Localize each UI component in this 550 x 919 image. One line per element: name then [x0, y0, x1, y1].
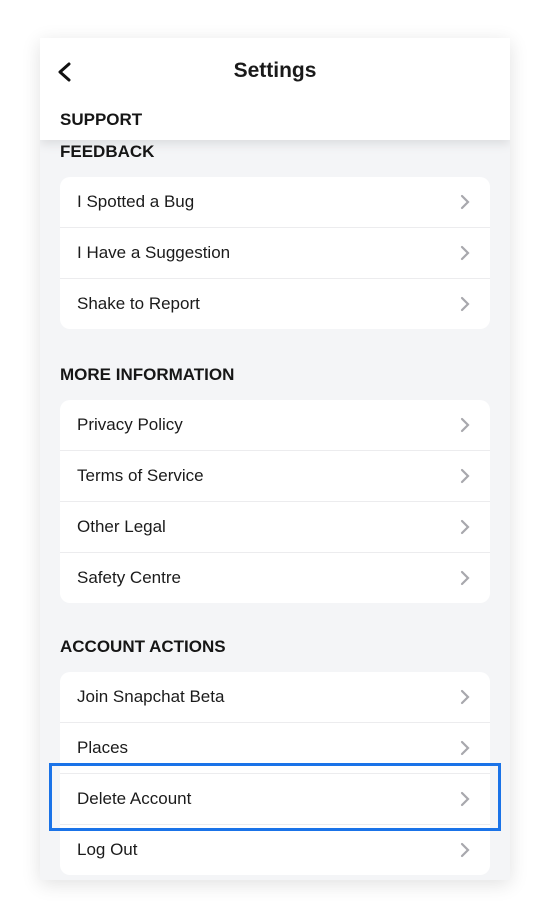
chevron-right-icon: [460, 296, 470, 312]
item-label: Log Out: [77, 840, 138, 859]
list-item-shake-to-report[interactable]: Shake to Report: [60, 279, 490, 329]
chevron-right-icon: [460, 519, 470, 535]
list-item-safety-centre[interactable]: Safety Centre: [60, 553, 490, 603]
item-label: Other Legal: [77, 517, 166, 536]
item-label: Terms of Service: [77, 466, 204, 485]
section-header-more-information: MORE INFORMATION: [60, 365, 235, 384]
feedback-card: I Spotted a Bug I Have a Suggestion Shak…: [60, 177, 490, 329]
chevron-right-icon: [460, 570, 470, 586]
chevron-right-icon: [460, 194, 470, 210]
list-item-privacy-policy[interactable]: Privacy Policy: [60, 400, 490, 451]
list-item-terms-of-service[interactable]: Terms of Service: [60, 451, 490, 502]
item-label: I Have a Suggestion: [77, 243, 231, 262]
list-item-spotted-bug[interactable]: I Spotted a Bug: [60, 177, 490, 228]
list-item-log-out[interactable]: Log Out: [60, 825, 490, 875]
list-item-suggestion[interactable]: I Have a Suggestion: [60, 228, 490, 279]
more-information-card: Privacy Policy Terms of Service Other Le…: [60, 400, 490, 603]
item-label: Join Snapchat Beta: [77, 687, 225, 706]
delete-account-highlight-box: [49, 763, 501, 831]
list-item-other-legal[interactable]: Other Legal: [60, 502, 490, 553]
list-item-join-beta[interactable]: Join Snapchat Beta: [60, 672, 490, 723]
chevron-right-icon: [460, 245, 470, 261]
chevron-right-icon: [460, 740, 470, 756]
header: Settings SUPPORT: [40, 38, 510, 140]
section-header-feedback: FEEDBACK: [60, 142, 155, 161]
chevron-right-icon: [460, 417, 470, 433]
settings-screen: Settings SUPPORT FEEDBACK I Spotted a Bu…: [40, 38, 510, 880]
section-header-support: SUPPORT: [60, 110, 143, 129]
item-label: Safety Centre: [77, 568, 181, 587]
item-label: I Spotted a Bug: [77, 192, 195, 211]
chevron-right-icon: [460, 689, 470, 705]
chevron-right-icon: [460, 842, 470, 858]
item-label: Places: [77, 738, 129, 757]
section-header-account-actions: ACCOUNT ACTIONS: [60, 637, 226, 656]
page-title: Settings: [233, 59, 317, 82]
item-label: Privacy Policy: [77, 415, 183, 434]
chevron-right-icon: [460, 468, 470, 484]
item-label: Shake to Report: [77, 294, 200, 313]
